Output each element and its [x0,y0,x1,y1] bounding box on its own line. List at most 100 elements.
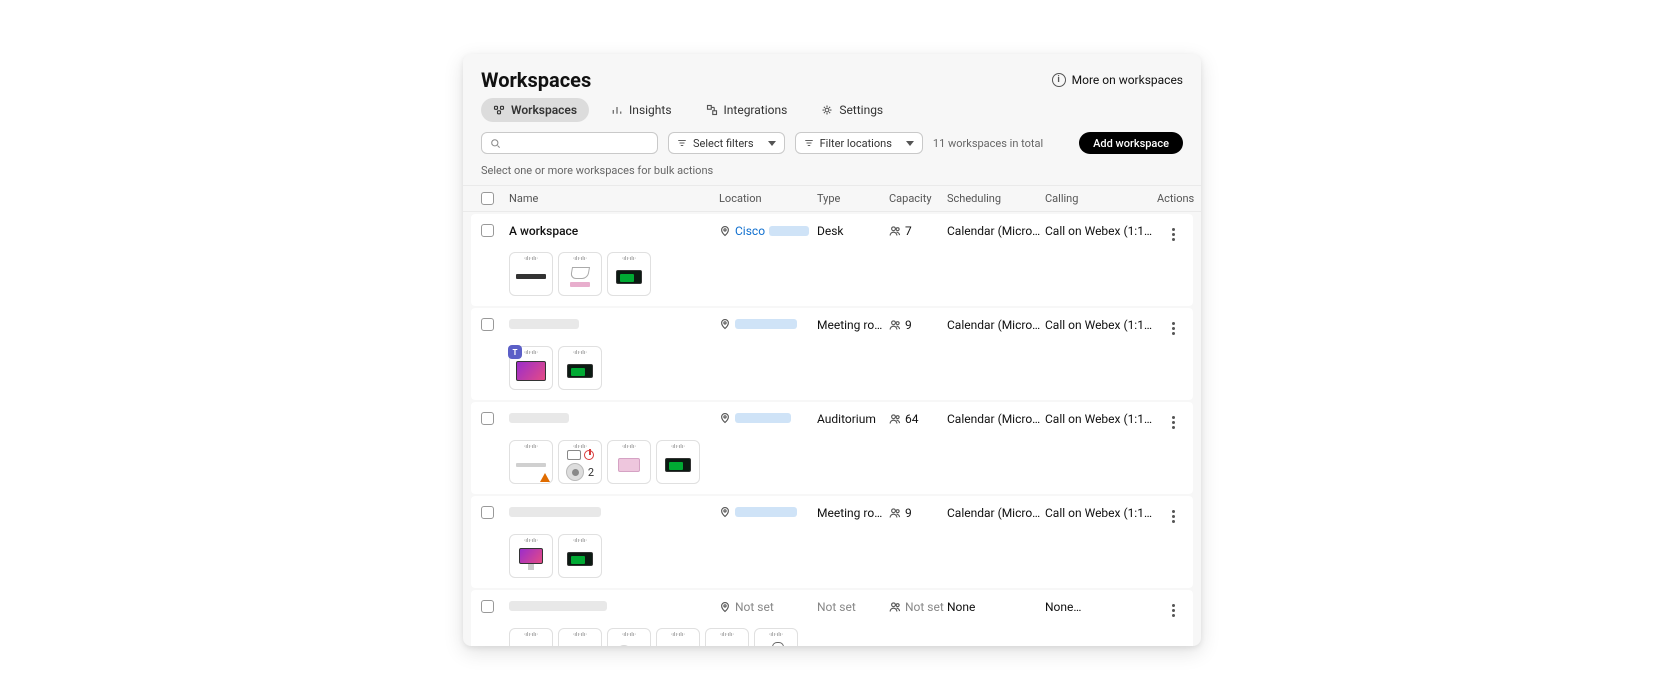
search-icon [490,138,501,149]
row-location[interactable]: Cisco [719,224,817,238]
workspace-rows: A workspaceCiscoDesk7 Calendar (Microsoft… [463,212,1201,646]
row-name: A workspace [509,224,719,238]
row-scheduling: Calendar (Microsoft) [947,318,1045,332]
device-thumbnail[interactable]: ·ılı·ılı·4 [607,628,651,646]
device-thumbnail[interactable]: ·ılı·ılı· [607,440,651,484]
device-thumbnail[interactable]: ·ılı·ılı·2 [558,440,602,484]
row-scheduling: Calendar (Microsoft) [947,506,1045,520]
filter-locations-label: Filter locations [820,137,892,150]
device-thumbnail[interactable]: ·ılı·ılı·2 [705,628,749,646]
device-thumbnail[interactable]: ·ılı·ılı· [509,628,553,646]
row-capacity: Not set [889,600,947,614]
info-icon: i [1052,73,1066,87]
device-thumbnails: ·ılı·ılı··ılı·ılı· [509,534,1183,578]
page-title: Workspaces [481,68,591,92]
row-type: Desk [817,224,889,238]
more-on-workspaces-link[interactable]: i More on workspaces [1052,73,1183,87]
device-thumbnail[interactable]: ·ılı·ılı· [509,252,553,296]
device-thumbnail[interactable]: ·ılı·ılı·T [509,346,553,390]
device-thumbnails: ·ılı·ılı·T·ılı·ılı· [509,346,1183,390]
row-actions-menu[interactable] [1165,224,1181,244]
device-thumbnail[interactable]: ·ılı·ılı· [656,440,700,484]
table-row[interactable]: A workspaceCiscoDesk7Calendar (Microsoft… [471,214,1193,306]
device-thumbnail[interactable]: ·ılı·ılı· [558,252,602,296]
row-calling: None… [1045,600,1157,614]
search-input[interactable] [507,137,649,149]
tab-insights[interactable]: Insights [599,98,683,122]
table-row[interactable]: Meeting room9Calendar (Microsoft)Call on… [471,308,1193,400]
people-icon [889,601,901,613]
row-type: Meeting room [817,506,889,520]
device-thumbnail[interactable]: ·ılı·ılı· [607,252,651,296]
insights-icon [611,104,623,116]
tab-integrations[interactable]: Integrations [694,98,800,122]
bulk-hint: Select one or more workspaces for bulk a… [463,162,1201,185]
row-name [509,506,719,520]
table-row[interactable]: Not setNot setNot setNoneNone…·ılı·ılı··… [471,590,1193,646]
device-thumbnail[interactable]: ·ılı·ılı·2 [558,628,602,646]
row-checkbox[interactable] [481,600,494,613]
workspaces-icon [493,104,505,116]
warning-icon [540,473,550,482]
device-thumbnail[interactable]: ·ılı·ılı· [509,440,553,484]
row-location[interactable] [719,412,817,424]
row-name [509,600,719,614]
select-filters-button[interactable]: Select filters [668,132,785,154]
device-thumbnail[interactable]: ·ılı·ılı· [558,534,602,578]
device-thumbnail[interactable]: ·ılı·ılı· [754,628,798,646]
row-checkbox[interactable] [481,224,494,237]
chevron-down-icon [906,141,914,146]
row-checkbox[interactable] [481,412,494,425]
select-all-checkbox[interactable] [481,192,494,205]
people-icon [889,319,901,331]
row-capacity: 64 [889,412,947,426]
row-location[interactable] [719,318,817,330]
col-capacity: Capacity [889,192,947,205]
device-thumbnail[interactable]: ·ılı·ılı· [509,534,553,578]
add-workspace-label: Add workspace [1093,137,1169,150]
col-scheduling: Scheduling [947,192,1045,205]
people-icon [889,225,901,237]
row-actions-menu[interactable] [1165,600,1181,620]
location-pin-icon [719,506,731,518]
device-thumbnails: ·ılı·ılı· ·ılı·ılı·2 ·ılı·ılı·4 ·ılı·ılı· ·ı… [509,628,1183,646]
row-actions-menu[interactable] [1165,412,1181,432]
table-row[interactable]: Meeting room9Calendar (Microsoft)Call on… [471,496,1193,588]
device-thumbnail[interactable]: ·ılı·ılı· [558,346,602,390]
row-checkbox[interactable] [481,506,494,519]
row-calling: Call on Webex (1:1… [1045,506,1157,520]
row-location[interactable] [719,506,817,518]
col-type: Type [817,192,889,205]
row-calling: Call on Webex (1:1… [1045,318,1157,332]
filter-locations-button[interactable]: Filter locations [795,132,923,154]
col-name: Name [509,192,719,205]
add-workspace-button[interactable]: Add workspace [1079,132,1183,154]
filter-icon [804,138,814,148]
chevron-down-icon [768,141,776,146]
row-name [509,412,719,426]
more-link-label: More on workspaces [1072,73,1183,87]
row-capacity: 7 [889,224,947,238]
people-icon [889,507,901,519]
row-actions-menu[interactable] [1165,318,1181,338]
people-icon [889,413,901,425]
device-thumbnails: ·ılı·ılı··ılı·ılı··ılı·ılı· [509,252,1183,296]
search-input-wrapper[interactable] [481,132,658,154]
row-checkbox[interactable] [481,318,494,331]
row-actions-menu[interactable] [1165,506,1181,526]
filter-icon [677,138,687,148]
device-thumbnail[interactable]: ·ılı·ılı· [656,628,700,646]
integrations-icon [706,104,718,116]
row-calling: Call on Webex (1:1… [1045,224,1157,238]
row-calling: Call on Webex (1:1… [1045,412,1157,426]
device-thumbnails: ·ılı·ılı··ılı·ılı·2·ılı·ılı··ılı·ılı· [509,440,1183,484]
tab-workspaces[interactable]: Workspaces [481,98,589,122]
table-row[interactable]: Auditorium64Calendar (Microsoft)Call on … [471,402,1193,494]
col-calling: Calling [1045,192,1157,205]
tab-label: Integrations [724,103,788,117]
row-type: Auditorium [817,412,889,426]
location-pin-icon [719,601,731,613]
location-pin-icon [719,225,731,237]
tab-settings[interactable]: Settings [809,98,895,122]
row-type: Meeting room [817,318,889,332]
